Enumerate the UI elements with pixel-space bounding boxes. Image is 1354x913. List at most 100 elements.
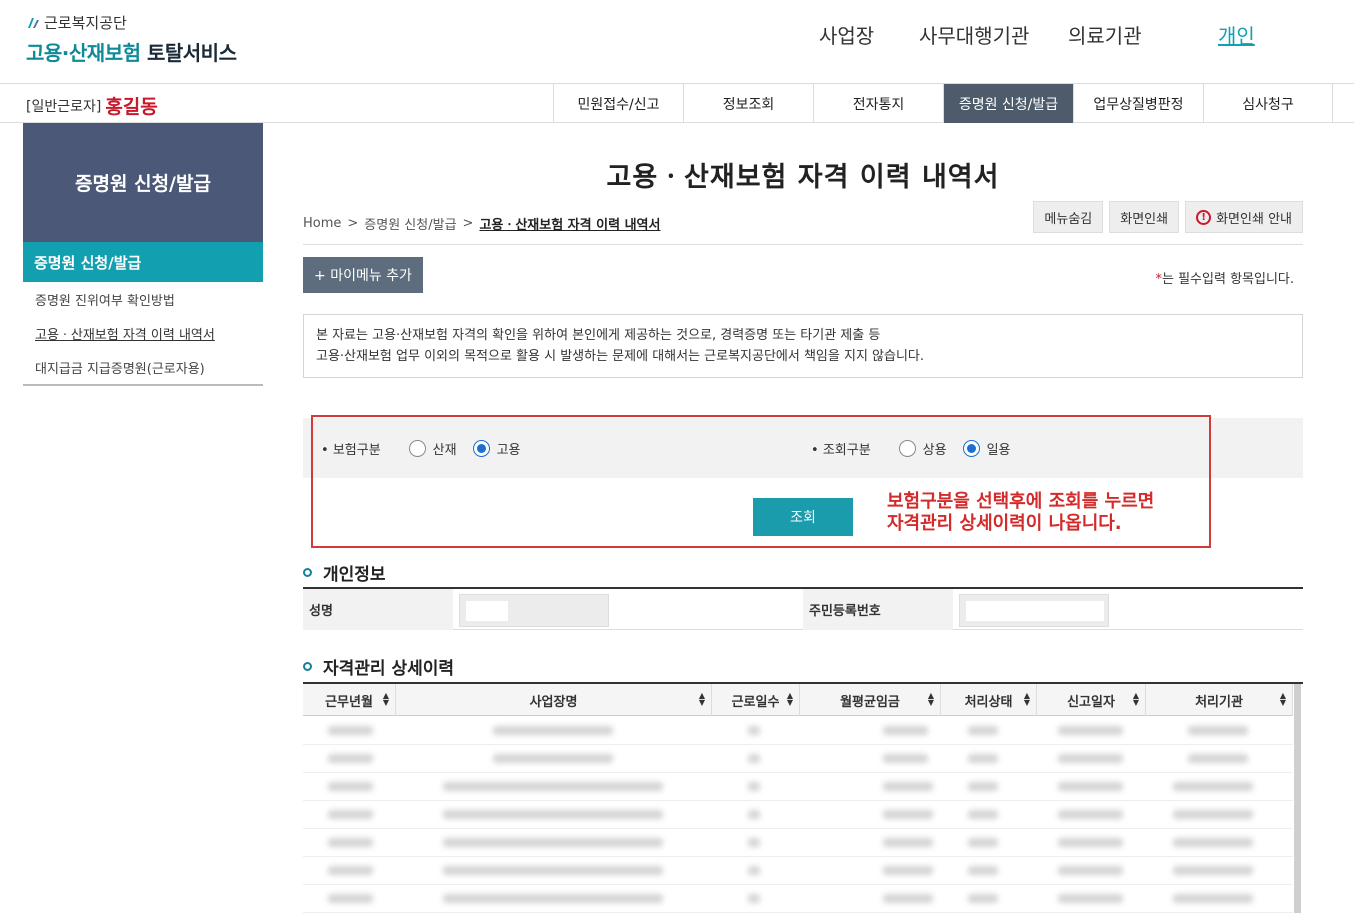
tab-review-claim[interactable]: 심사청구 xyxy=(1203,84,1333,123)
sort-icon[interactable]: ▲ ▼ xyxy=(1280,692,1286,707)
history-title-text: 자격관리 상세이력 xyxy=(323,659,455,679)
redacted-cell xyxy=(328,838,373,847)
sort-icon[interactable]: ▲ ▼ xyxy=(928,692,934,707)
sidebar-title: 증명원 신청/발급 xyxy=(23,123,263,242)
redacted-cell xyxy=(1173,782,1253,791)
redacted-cell xyxy=(748,726,760,735)
redacted-cell xyxy=(328,894,373,903)
tab-civil-complaint[interactable]: 민원접수/신고 xyxy=(553,84,683,123)
redacted-cell xyxy=(883,810,933,819)
print-label: 화면인쇄 xyxy=(1120,211,1169,227)
grid-scrollbar[interactable] xyxy=(1294,684,1301,913)
table-row[interactable] xyxy=(303,745,1293,773)
notice-line-1: 본 자료는 고용·산재보험 자격의 확인을 위하여 본인에게 제공하는 것으로,… xyxy=(316,328,881,343)
redacted-cell xyxy=(1188,754,1248,763)
redacted-cell xyxy=(883,894,933,903)
hide-menu-label: 메뉴숨김 xyxy=(1044,211,1093,227)
redacted-cell xyxy=(1173,894,1253,903)
nav-agency[interactable]: 사무대행기관 xyxy=(919,20,1029,49)
redacted-cell xyxy=(968,838,998,847)
tab-e-notice[interactable]: 전자통지 xyxy=(813,84,943,123)
redacted-cell xyxy=(1058,894,1123,903)
history-grid: 근무년월 ▲ ▼ 사업장명 ▲ ▼ 근로일수 ▲ ▼ 월평균임금 ▲ ▼ 처리상태 ▲ ▼ 신고일자… xyxy=(303,682,1303,913)
user-name: 홍길동 xyxy=(105,96,158,118)
sidebar-selected-menu[interactable]: 증명원 신청/발급 xyxy=(23,242,263,282)
print-button[interactable]: 화면인쇄 xyxy=(1109,201,1180,233)
col-report-date-label: 신고일자 xyxy=(1067,694,1115,710)
breadcrumb-home[interactable]: Home xyxy=(303,216,341,231)
nav-individual[interactable]: 개인 xyxy=(1218,20,1255,49)
redacted-cell xyxy=(1058,810,1123,819)
sidebar-list: 증명원 진위여부 확인방법 고용ㆍ산재보험 자격 이력 내역서 대지급금 지급증… xyxy=(23,282,263,386)
personal-info-table: 성명 주민등록번호 xyxy=(303,587,1303,630)
breadcrumb-current[interactable]: 고용ㆍ산재보험 자격 이력 내역서 xyxy=(479,214,660,233)
required-note-text: 는 필수입력 항목입니다. xyxy=(1162,272,1294,287)
history-title: 자격관리 상세이력 xyxy=(303,654,454,679)
personal-info-title: 개인정보 xyxy=(303,560,386,585)
col-workplace-label: 사업장명 xyxy=(529,694,578,710)
notice-line-2: 고용·산재보험 업무 이외의 목적으로 활용 시 발생하는 문제에 대해서는 근… xyxy=(316,349,925,364)
bullet-icon xyxy=(303,568,312,577)
col-work-days[interactable]: 근로일수 ▲ ▼ xyxy=(712,684,800,716)
redacted-cell xyxy=(1188,726,1248,735)
redacted-cell xyxy=(443,838,663,847)
redacted-cell xyxy=(328,782,373,791)
tab-info-inquiry[interactable]: 정보조회 xyxy=(683,84,813,123)
tab-certificate[interactable]: 증명원 신청/발급 xyxy=(943,84,1073,123)
notice-box: 본 자료는 고용·산재보험 자격의 확인을 위하여 본인에게 제공하는 것으로,… xyxy=(303,314,1303,378)
print-guide-label: 화면인쇄 안내 xyxy=(1216,211,1292,227)
col-avg-wage-label: 월평균임금 xyxy=(840,694,900,710)
col-work-month[interactable]: 근무년월 ▲ ▼ xyxy=(303,684,396,716)
table-row[interactable] xyxy=(303,773,1293,801)
add-mymenu-button[interactable]: + 마이메뉴 추가 xyxy=(303,257,423,293)
alert-icon: ! xyxy=(1196,209,1212,225)
breadcrumb-sep: > xyxy=(462,216,474,231)
sort-icon[interactable]: ▲ ▼ xyxy=(1133,692,1139,707)
page-title: 고용ㆍ산재보험 자격 이력 내역서 xyxy=(606,162,1000,193)
col-workplace[interactable]: 사업장명 ▲ ▼ xyxy=(396,684,712,716)
redacted-cell xyxy=(968,754,998,763)
hide-menu-button[interactable]: 메뉴숨김 xyxy=(1033,201,1104,233)
redacted-cell xyxy=(443,866,663,875)
nav-medical[interactable]: 의료기관 xyxy=(1068,20,1142,49)
redacted-cell xyxy=(748,782,760,791)
top-bar: [일반근로자] 홍길동 민원접수/신고 정보조회 전자통지 증명원 신청/발급 … xyxy=(0,83,1354,123)
col-report-date[interactable]: 신고일자 ▲ ▼ xyxy=(1037,684,1146,716)
col-avg-wage[interactable]: 월평균임금 ▲ ▼ xyxy=(800,684,941,716)
sidebar-item-history[interactable]: 고용ㆍ산재보험 자격 이력 내역서 xyxy=(23,316,263,350)
user-type: [일반근로자] xyxy=(26,98,102,115)
utility-buttons: 메뉴숨김 화면인쇄 ! 화면인쇄 안내 xyxy=(1033,201,1303,233)
redacted-cell xyxy=(968,894,998,903)
name-value-masked xyxy=(466,601,508,621)
sort-icon[interactable]: ▲ ▼ xyxy=(383,692,389,707)
print-guide-button[interactable]: ! 화면인쇄 안내 xyxy=(1185,201,1303,233)
redacted-cell xyxy=(748,754,760,763)
highlight-box xyxy=(311,415,1211,548)
sidebar-item-payment-cert[interactable]: 대지급금 지급증명원(근로자용) xyxy=(23,350,263,384)
breadcrumb-certificate[interactable]: 증명원 신청/발급 xyxy=(364,214,456,233)
user-info: [일반근로자] 홍길동 xyxy=(26,92,158,119)
sidebar-item-verify[interactable]: 증명원 진위여부 확인방법 xyxy=(23,282,263,316)
tab-occupational-disease[interactable]: 업무상질병판정 xyxy=(1073,84,1203,123)
table-row[interactable] xyxy=(303,885,1293,913)
redacted-cell xyxy=(1058,754,1123,763)
table-row[interactable] xyxy=(303,829,1293,857)
redacted-cell xyxy=(883,726,928,735)
table-row[interactable] xyxy=(303,717,1293,745)
page: 근로복지공단 고용·산재보험 토탈서비스 사업장 사무대행기관 의료기관 개인 … xyxy=(0,0,1354,913)
table-row[interactable] xyxy=(303,801,1293,829)
global-nav: 사업장 사무대행기관 의료기관 개인 xyxy=(0,20,1354,50)
sort-icon[interactable]: ▲ ▼ xyxy=(787,692,793,707)
nav-workplace[interactable]: 사업장 xyxy=(819,20,874,49)
col-status[interactable]: 처리상태 ▲ ▼ xyxy=(941,684,1037,716)
redacted-cell xyxy=(883,782,933,791)
sort-icon[interactable]: ▲ ▼ xyxy=(1024,692,1030,707)
col-agency[interactable]: 처리기관 ▲ ▼ xyxy=(1146,684,1293,716)
redacted-cell xyxy=(443,894,663,903)
redacted-cell xyxy=(883,866,933,875)
rrn-value-masked xyxy=(966,601,1104,621)
table-row[interactable] xyxy=(303,857,1293,885)
sort-icon[interactable]: ▲ ▼ xyxy=(699,692,705,707)
bullet-icon xyxy=(303,662,312,671)
redacted-cell xyxy=(883,754,928,763)
